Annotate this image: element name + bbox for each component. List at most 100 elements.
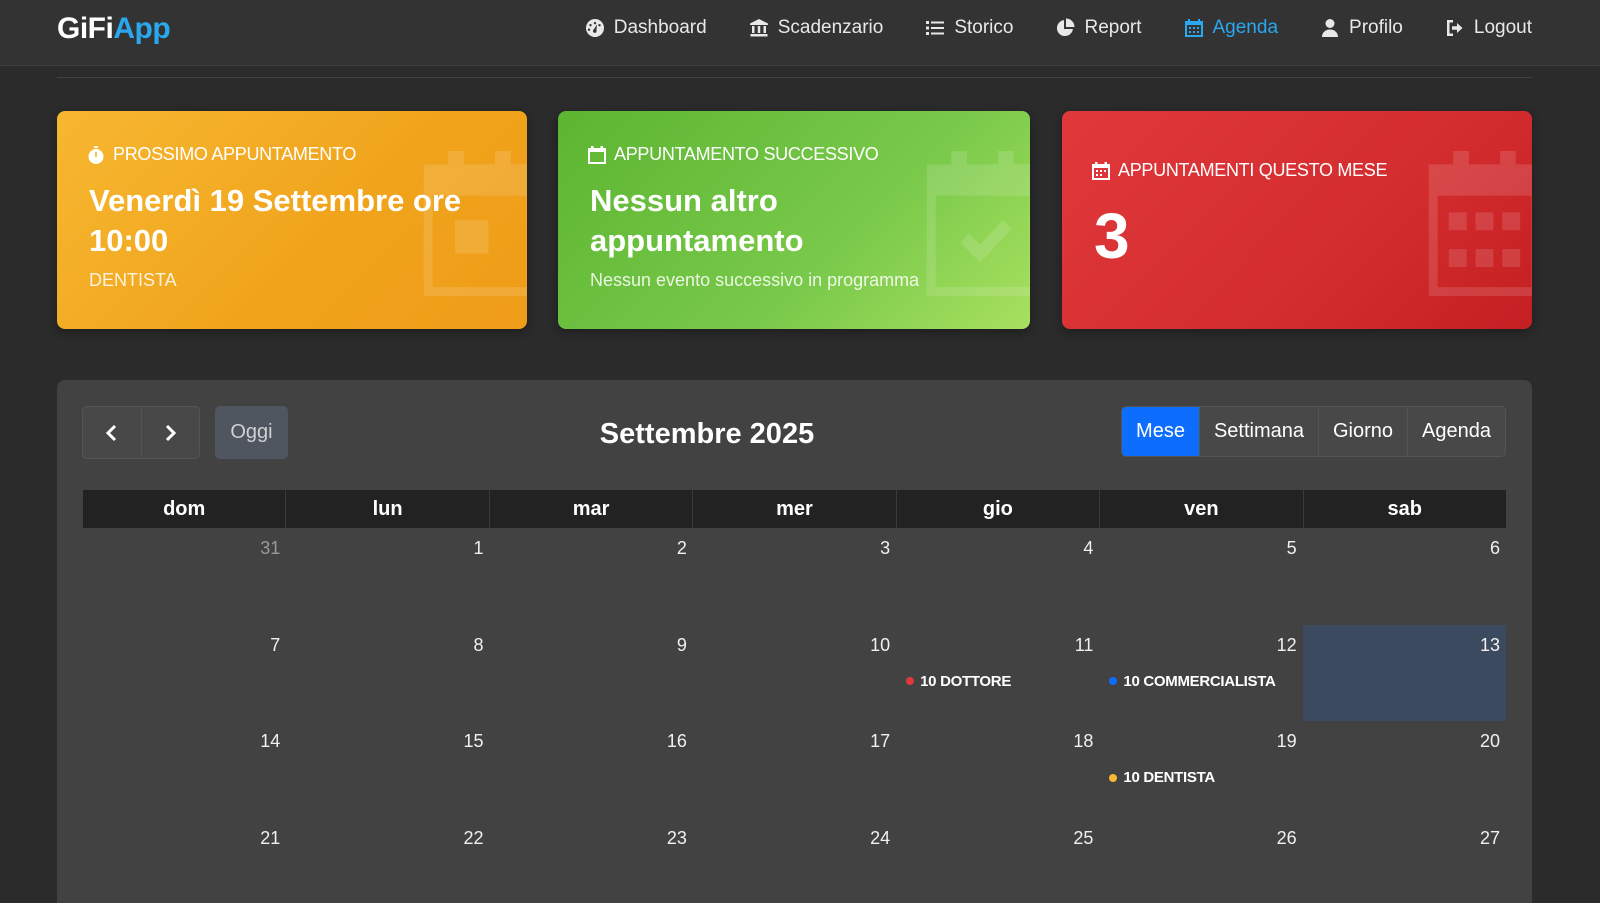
stopwatch-icon [88,145,104,164]
calendar-week-row: 31 1 2 3 4 5 6 [83,528,1506,625]
card-label-text: PROSSIMO APPUNTAMENTO [113,144,357,164]
brand-logo[interactable]: GiFiApp [57,12,171,46]
dashboard-icon [585,19,604,37]
calendar-day[interactable]: 25 [896,818,1099,903]
calendar-day[interactable]: 22 [286,818,489,903]
next-appointment-sub: DENTISTA [89,270,177,290]
day-number: 26 [1276,827,1297,848]
calendar-day[interactable]: 14 [83,721,286,818]
view-month-button[interactable]: Mese [1122,407,1199,456]
view-week-button[interactable]: Settimana [1198,407,1318,456]
nav-label: Profilo [1349,17,1403,38]
weekday-label: mer [692,490,895,528]
day-number: 15 [463,731,484,751]
calendar-day[interactable]: 27 [1303,818,1506,903]
nav-item-profilo[interactable]: Profilo [1320,16,1403,40]
day-number: 14 [260,731,281,751]
day-number: 24 [870,827,891,848]
calendar-day[interactable]: 6 [1303,528,1506,625]
day-number: 4 [1083,538,1094,558]
calendar-check-bg-icon [926,151,1030,296]
event-dot-icon [1109,773,1118,782]
calendar-grid-bg-icon [1428,151,1532,296]
nav-item-report[interactable]: Report [1055,16,1142,40]
calendar-day[interactable]: 8 [286,625,489,722]
calendar-bg-icon [423,151,527,296]
nav-item-agenda[interactable]: Agenda [1184,16,1279,40]
calendar-day[interactable]: 20 [1303,721,1506,818]
day-number: 18 [1073,731,1094,751]
following-appointment-sub: Nessun evento successivo in programma [590,270,920,290]
view-day-button[interactable]: Giorno [1318,407,1407,456]
calendar-panel: Oggi Settembre 2025 Mese Settimana Giorn… [57,380,1532,903]
day-number: 13 [1479,634,1500,655]
event-label: 10 DOTTORE [920,672,1012,690]
calendar-icon [1184,19,1203,37]
weekday-label: lun [285,490,488,528]
calendar-day[interactable]: 4 [896,528,1099,625]
day-number: 21 [260,827,281,848]
day-number: 2 [676,538,687,558]
calendar-day[interactable]: 7 [83,625,286,722]
calendar-day[interactable]: 19 10 DENTISTA [1099,721,1302,818]
event-label: 10 DENTISTA [1123,769,1215,786]
bank-icon [749,19,768,37]
calendar-event[interactable]: 10 DENTISTA [1109,769,1215,786]
day-number: 1 [473,538,484,558]
calendar-day[interactable]: 3 [693,528,896,625]
nav-label: Dashboard [613,17,707,38]
calendar-day[interactable]: 15 [286,721,489,818]
calendar-event[interactable]: 10 DOTTORE [906,673,1011,690]
weekday-label: mar [488,490,692,528]
nav-label: Logout [1473,17,1532,38]
calendar-day[interactable]: 9 [490,625,693,722]
weekday-header: dom lun mar mer gio ven sab [83,490,1506,528]
calendar-day[interactable]: 12 10 COMMERCIALISTA [1099,625,1302,722]
event-dot-icon [906,677,915,685]
day-number: 6 [1489,538,1500,558]
calendar-day[interactable]: 23 [490,818,693,903]
pie-chart-icon [1057,18,1075,37]
day-number: 3 [880,538,891,558]
nav-label: Report [1084,17,1142,38]
day-number: 8 [473,634,484,655]
day-number: 5 [1286,538,1297,558]
calendar-day[interactable]: 16 [490,721,693,818]
nav-label: Storico [954,17,1014,38]
calendar-week-row: 21 22 23 24 25 26 27 [83,818,1506,903]
calendar-day[interactable]: 26 [1099,818,1302,903]
calendar-day[interactable]: 24 [693,818,896,903]
calendar-day[interactable]: 31 [83,528,286,625]
nav-item-storico[interactable]: Storico [925,16,1013,40]
card-label: APPUNTAMENTO SUCCESSIVO [588,144,879,165]
logout-icon [1446,20,1463,36]
calendar-day[interactable]: 1 [286,528,489,625]
calendar-day-today[interactable]: 13 [1302,624,1506,721]
card-label: PROSSIMO APPUNTAMENTO [87,144,356,165]
nav-item-dashboard[interactable]: Dashboard [585,16,707,40]
day-number: 16 [666,731,687,751]
calendar-day[interactable]: 5 [1099,528,1302,625]
next-appointment-card: PROSSIMO APPUNTAMENTO Venerdì 19 Settemb… [57,111,527,329]
nav-label: Agenda [1212,17,1279,38]
calendar-day[interactable]: 21 [83,818,286,903]
brand-part1: GiFi [57,12,114,45]
nav-item-scadenzario[interactable]: Scadenzario [749,16,883,40]
calendar-day[interactable]: 11 10 DOTTORE [896,625,1099,722]
calendar-day[interactable]: 2 [490,528,693,625]
day-number: 19 [1276,731,1297,751]
day-number: 31 [260,538,281,558]
day-number: 20 [1479,731,1500,751]
day-number: 27 [1479,827,1500,848]
calendar-day[interactable]: 10 [693,625,896,722]
weekday-label: ven [1099,490,1302,528]
nav-item-logout[interactable]: Logout [1445,16,1532,40]
following-appointment-title: Nessun altro appuntamento [590,183,804,258]
weekday-label: sab [1302,490,1506,528]
view-agenda-button[interactable]: Agenda [1407,407,1505,456]
calendar-week-row: 14 15 16 17 18 19 10 DENTISTA 20 [83,721,1506,818]
card-label-text: APPUNTAMENTI QUESTO MESE [1118,160,1388,180]
calendar-event[interactable]: 10 COMMERCIALISTA [1109,673,1276,690]
calendar-day[interactable]: 17 [693,721,896,818]
calendar-day[interactable]: 18 [896,721,1099,818]
